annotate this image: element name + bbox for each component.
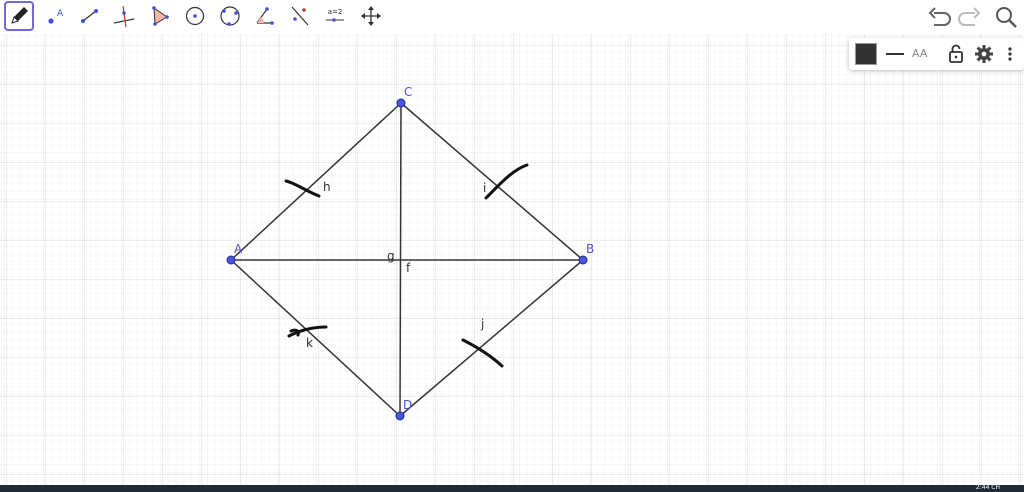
tool-perpendicular[interactable]: [109, 1, 139, 31]
redo-icon: [958, 7, 981, 26]
slider-icon: a=2: [326, 8, 344, 22]
taskbar-clock: 2:44 CH: [975, 484, 1000, 491]
color-button[interactable]: [853, 41, 879, 67]
color-swatch: [855, 43, 877, 65]
gear-icon: [975, 45, 993, 63]
settings-button[interactable]: [972, 41, 996, 67]
more-vertical-icon: [1008, 47, 1012, 61]
search-icon: [996, 7, 1017, 28]
tool-segment[interactable]: [74, 1, 104, 31]
tool-point[interactable]: A: [40, 1, 70, 31]
label-point-c: C: [404, 85, 412, 99]
text-style-button[interactable]: AA: [910, 41, 934, 67]
tool-slider[interactable]: a=2: [320, 1, 350, 31]
undo-button[interactable]: [926, 3, 954, 31]
tool-move-view[interactable]: [356, 1, 386, 31]
text-style-label: AA: [912, 47, 928, 60]
point-c[interactable]: [396, 98, 406, 108]
redo-button[interactable]: [955, 3, 983, 31]
circle-center-point-icon: [185, 6, 205, 26]
pencil-icon: [11, 7, 28, 24]
style-bar: AA: [849, 38, 1024, 70]
segment-g[interactable]: [399, 102, 402, 417]
lock-button[interactable]: [944, 41, 968, 67]
label-g: g: [387, 249, 395, 263]
perpendicular-line-icon: [113, 5, 135, 28]
undo-icon: [928, 7, 951, 26]
search-button[interactable]: [992, 3, 1020, 31]
move-graphics-view-icon: [361, 6, 381, 26]
taskbar: 2:44 CH: [0, 484, 1024, 492]
toolbar: A a=2: [0, 0, 1024, 34]
label-point-b: B: [586, 242, 594, 256]
point-d[interactable]: [395, 411, 405, 421]
segment-icon: [81, 9, 98, 23]
circle-three-points-icon: [220, 6, 240, 26]
angle-icon: [256, 7, 274, 25]
point-b[interactable]: [578, 255, 588, 265]
label-h: h: [323, 180, 331, 194]
label-i: i: [483, 181, 486, 195]
tool-circle-three-points[interactable]: [215, 1, 245, 31]
tool-angle[interactable]: [250, 1, 280, 31]
tool-pen[interactable]: [4, 1, 34, 31]
tool-slider-label: a=2: [328, 8, 343, 16]
polygon-icon: [152, 6, 169, 26]
lock-icon: [949, 44, 963, 63]
label-point-a: A: [234, 242, 243, 256]
label-j: j: [480, 317, 484, 331]
tool-polygon[interactable]: [144, 1, 174, 31]
graphics-view[interactable]: h i j k f g A B C D: [0, 34, 1024, 485]
label-k: k: [306, 336, 313, 350]
tool-point-label: A: [57, 9, 64, 19]
point-icon: A: [48, 9, 64, 24]
label-point-d: D: [403, 398, 412, 412]
more-button[interactable]: [1001, 41, 1019, 67]
geometry-canvas[interactable]: h i j k f g A B C D: [0, 34, 1024, 485]
line-style-icon: [886, 53, 904, 55]
tool-reflect[interactable]: [285, 1, 315, 31]
tool-circle-center[interactable]: [180, 1, 210, 31]
line-style-button[interactable]: [883, 41, 907, 67]
point-a[interactable]: [226, 255, 236, 265]
reflect-line-icon: [291, 6, 309, 26]
